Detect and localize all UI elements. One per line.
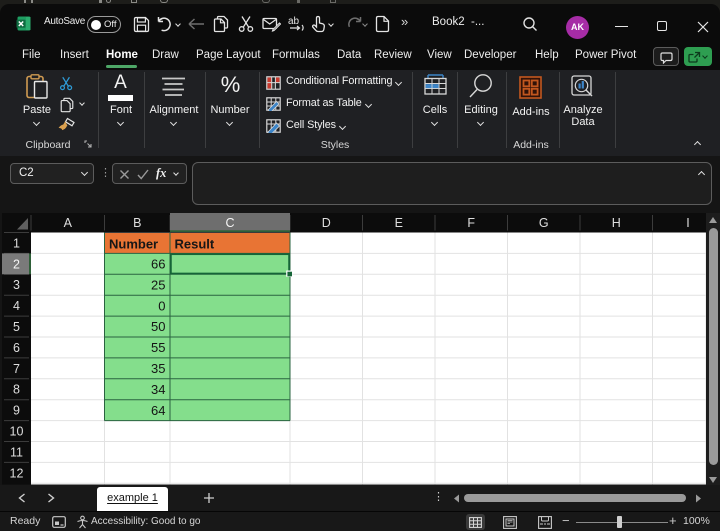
svg-text:3: 3 (13, 278, 20, 292)
svg-text:7: 7 (13, 362, 20, 376)
svg-text:64: 64 (151, 403, 165, 418)
svg-text:Number: Number (109, 237, 158, 252)
svg-text:8: 8 (13, 383, 20, 397)
svg-text:C: C (225, 216, 234, 230)
svg-text:ab: ab (288, 16, 300, 27)
svg-text:5: 5 (13, 320, 20, 334)
svg-text:A: A (64, 216, 73, 230)
svg-text:6: 6 (13, 341, 20, 355)
svg-text:E: E (395, 216, 403, 230)
svg-text:35: 35 (151, 361, 165, 376)
svg-text:Result: Result (175, 237, 215, 252)
svg-text:25: 25 (151, 278, 165, 293)
svg-text:10: 10 (10, 425, 24, 439)
svg-text:F: F (467, 216, 475, 230)
svg-text:D: D (322, 216, 331, 230)
svg-text:1: 1 (13, 237, 20, 251)
svg-text:I: I (686, 216, 689, 230)
svg-text:11: 11 (10, 445, 23, 459)
svg-text:H: H (612, 216, 621, 230)
svg-text:2: 2 (13, 257, 20, 271)
svg-text:G: G (539, 216, 549, 230)
svg-text:B: B (133, 216, 141, 230)
svg-text:50: 50 (151, 319, 165, 334)
svg-text:12: 12 (10, 466, 24, 480)
svg-text:34: 34 (151, 382, 165, 397)
svg-text:0: 0 (158, 298, 165, 313)
svg-text:4: 4 (13, 299, 20, 313)
svg-text:55: 55 (151, 340, 165, 355)
svg-text:66: 66 (151, 257, 165, 272)
svg-text:9: 9 (13, 404, 20, 418)
